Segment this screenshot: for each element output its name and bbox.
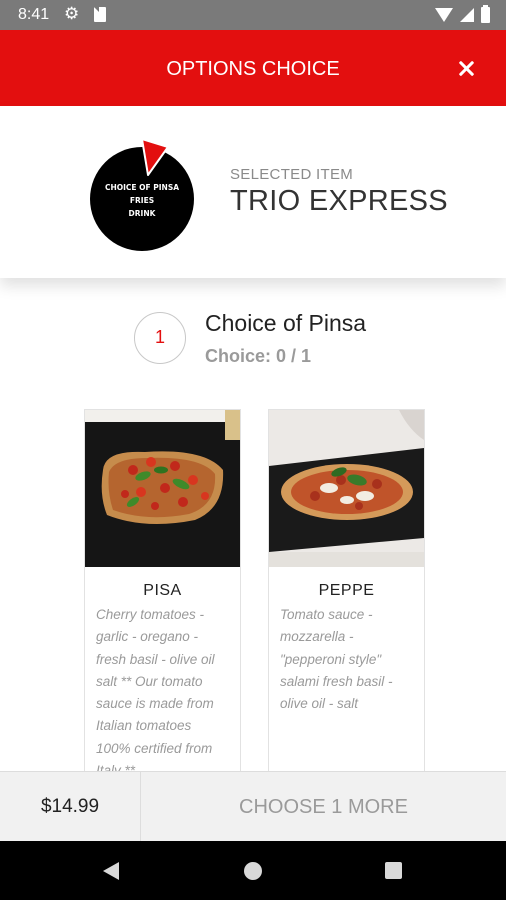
system-nav-bar [0,841,506,900]
description-line: salami fresh basil - [280,673,393,689]
footer-bar: $14.99 CHOOSE 1 MORE [0,771,506,842]
logo-line: FRIES [129,196,155,205]
settings-gear-icon: ⚙ [64,4,80,23]
total-price: $14.99 [0,772,141,842]
peppe-pizza-image [269,410,424,567]
description-line: 100% certified from [96,740,213,756]
step-number-badge: 1 [134,312,186,364]
status-indicators [435,5,490,24]
back-icon[interactable] [103,862,119,880]
description-line: salt ** Our tomato [96,673,203,689]
selected-item-name: TRIO EXPRESS [230,185,448,217]
description-line: Cherry tomatoes - [96,607,205,622]
header-bar: OPTIONS CHOICE [0,30,506,106]
section-title: Choice of Pinsa [205,310,367,336]
description-line: mozzarella - [280,629,354,645]
sd-card-icon [94,7,106,22]
home-icon[interactable] [244,862,262,880]
battery-icon [481,5,490,23]
status-bar: 8:41 ⚙ [0,0,506,30]
product-description: Cherry tomatoes - garlic - oregano - fre… [96,604,232,782]
close-icon[interactable] [450,52,482,84]
logo-line: DRINK [128,209,156,218]
pisa-pizza-image [85,410,240,567]
description-line: garlic - oregano - [96,629,199,645]
selected-item-label: SELECTED ITEM [230,166,354,183]
product-name: PEPPE [318,582,375,599]
logo-text: CHOICE OF PINSA FRIES DRINK [90,181,194,220]
description-line: Italian tomatoes [96,718,192,734]
description-line: sauce is made from [96,696,214,712]
description-line: Tomato sauce - [280,607,373,622]
recents-icon[interactable] [385,862,402,879]
product-name: PISA [143,582,182,599]
product-card-pisa[interactable]: PISA Cherry tomatoes - garlic - oregano … [84,409,241,789]
selected-item-card: CHOICE OF PINSA FRIES DRINK SELECTED ITE… [0,106,506,278]
description-line: "pepperoni style" [280,651,382,667]
product-card-peppe[interactable]: PEPPE Tomato sauce - mozzarella - "peppe… [268,409,425,789]
logo-line: CHOICE OF PINSA [104,183,180,192]
signal-icon [460,8,474,22]
choice-counter: Choice: 0 / 1 [205,346,312,366]
product-description: Tomato sauce - mozzarella - "pepperoni s… [280,604,416,715]
pizza-slice-icon [141,138,169,176]
description-line: olive oil - salt [280,696,359,712]
status-time: 8:41 [18,6,50,23]
page-title: OPTIONS CHOICE [166,58,340,80]
description-line: fresh basil - olive oil [96,651,215,667]
trio-express-logo: CHOICE OF PINSA FRIES DRINK [90,138,195,251]
wifi-icon [435,8,453,22]
choose-more-button[interactable]: CHOOSE 1 MORE [141,772,506,842]
